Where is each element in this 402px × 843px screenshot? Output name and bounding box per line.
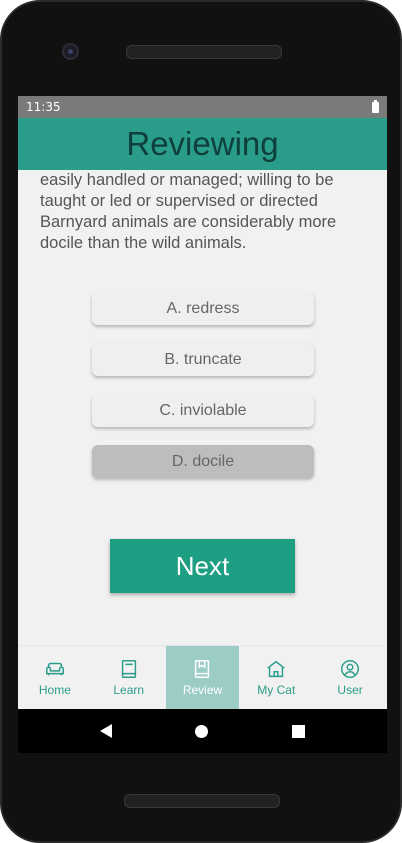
status-bar: 11:35 bbox=[18, 96, 387, 118]
page-title: Reviewing bbox=[126, 125, 279, 162]
front-camera bbox=[62, 43, 79, 60]
system-navigation-bar bbox=[18, 709, 387, 753]
nav-label-user: User bbox=[337, 683, 363, 697]
next-button[interactable]: Next bbox=[110, 539, 295, 593]
nav-label-learn: Learn bbox=[113, 683, 145, 697]
option-c-button[interactable]: C. inviolable bbox=[92, 394, 314, 427]
house-icon bbox=[267, 660, 285, 678]
app-bar: Reviewing bbox=[18, 118, 387, 170]
book-icon bbox=[121, 660, 136, 678]
earpiece-speaker bbox=[126, 45, 282, 59]
sofa-icon bbox=[45, 662, 64, 676]
bookmark-book-icon bbox=[195, 660, 210, 678]
nav-item-user[interactable]: User bbox=[313, 646, 387, 709]
bottom-speaker bbox=[124, 794, 280, 808]
bottom-navigation: Home Learn Review My Cat User bbox=[18, 645, 387, 709]
definition-text: easily handled or managed; willing to be… bbox=[40, 171, 337, 252]
nav-label-my-cat: My Cat bbox=[257, 683, 296, 697]
nav-item-home[interactable]: Home bbox=[18, 646, 92, 709]
option-b-button[interactable]: B. truncate bbox=[92, 343, 314, 376]
nav-item-my-cat[interactable]: My Cat bbox=[239, 646, 313, 709]
option-d-button[interactable]: D. docile bbox=[92, 445, 314, 478]
recents-square-icon[interactable] bbox=[292, 724, 306, 738]
app-screen: 11:35 Reviewing easily handled or manage… bbox=[18, 96, 387, 709]
status-time: 11:35 bbox=[26, 100, 61, 114]
answer-options: A. redress B. truncate C. inviolable D. … bbox=[92, 292, 314, 496]
nav-item-learn[interactable]: Learn bbox=[92, 646, 166, 709]
nav-item-review[interactable]: Review bbox=[165, 646, 240, 709]
home-circle-icon[interactable] bbox=[195, 724, 209, 738]
nav-label-home: Home bbox=[38, 683, 71, 697]
battery-icon bbox=[372, 99, 379, 113]
nav-label-review: Review bbox=[182, 683, 223, 697]
user-circle-icon bbox=[341, 660, 360, 678]
option-a-button[interactable]: A. redress bbox=[92, 292, 314, 325]
phone-frame: 11:35 Reviewing easily handled or manage… bbox=[0, 0, 402, 843]
back-icon[interactable] bbox=[99, 724, 112, 738]
